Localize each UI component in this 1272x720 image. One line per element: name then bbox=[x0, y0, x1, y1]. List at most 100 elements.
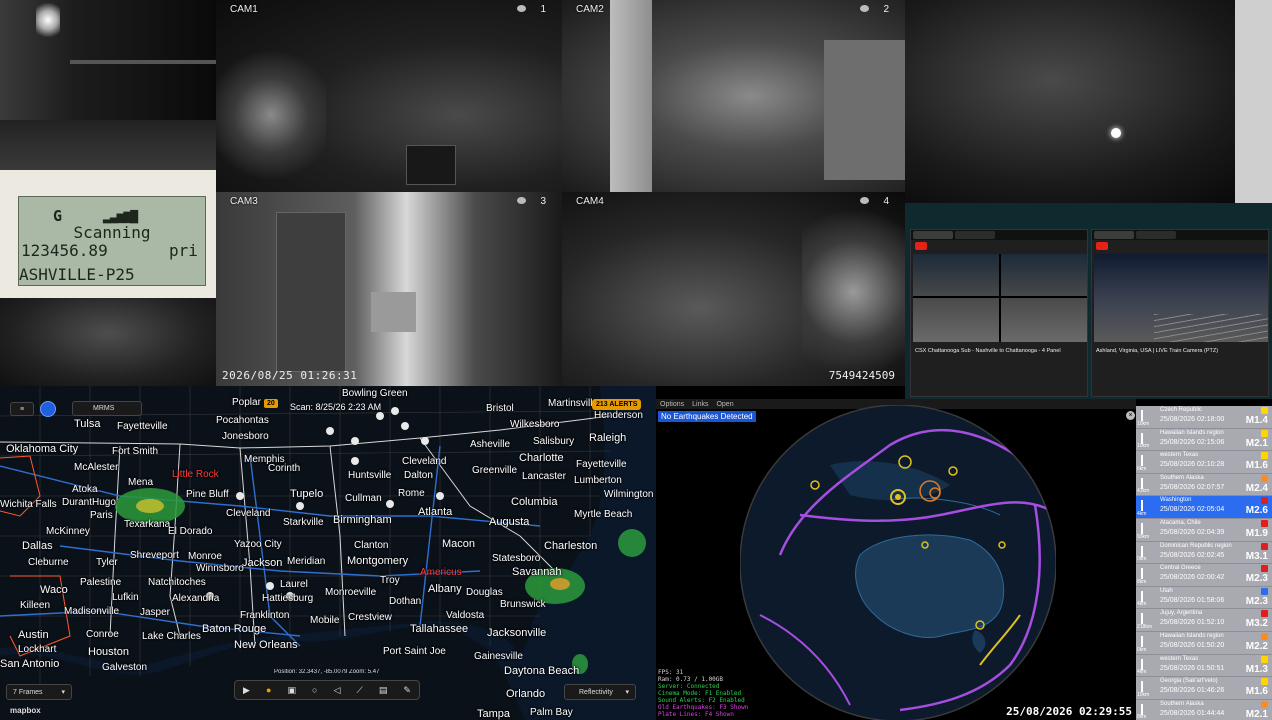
cam2-feed[interactable]: CAM2 2 bbox=[562, 0, 905, 192]
city-label: Greenville bbox=[472, 465, 518, 476]
city-label: Poplar bbox=[232, 397, 261, 408]
stream-2-title[interactable]: Ashland, Virginia, USA | LIVE Train Came… bbox=[1092, 346, 1268, 356]
city-label: Shreveport bbox=[130, 550, 179, 561]
intensity-bar-icon bbox=[1141, 568, 1143, 580]
list-item[interactable]: 0km Dominican Republic region 25/08/2026 0… bbox=[1136, 542, 1272, 565]
list-item[interactable]: 8km Central Greece 25/08/2026 02:00:42 M2.3 bbox=[1136, 564, 1272, 587]
cam3-feed[interactable]: CAM3 3 2026/08/25 01:26:31 bbox=[216, 192, 562, 386]
list-item[interactable]: 4km western Texas 25/08/2026 01:50:51 M1.3 bbox=[1136, 655, 1272, 678]
polygon-tool-icon[interactable]: ◁ bbox=[334, 685, 341, 696]
list-item[interactable]: 10km Czech Republic 25/08/2026 02:18:00 M1.… bbox=[1136, 406, 1272, 429]
city-label: Hattiesburg bbox=[262, 593, 314, 604]
radar-map[interactable]: Bowling Green Martinsville Bristol Popla… bbox=[0, 386, 656, 720]
status-line: Cinema Mode: F1 Enabled bbox=[658, 690, 742, 697]
cam1-number: 1 bbox=[540, 4, 546, 15]
city-label: Columbia bbox=[511, 496, 558, 508]
play-icon[interactable]: ▶ bbox=[243, 685, 250, 696]
globe-panel[interactable]: Options Links Open No Earthquakes Detect… bbox=[656, 399, 1136, 720]
book-icon[interactable]: ▤ bbox=[379, 685, 388, 696]
eq-date: 25/08/2026 01:46:26 bbox=[1160, 687, 1225, 695]
eq-depth: 4km bbox=[1137, 601, 1147, 608]
city-label: Dalton bbox=[404, 470, 433, 481]
list-item[interactable]: 218km Jujuy, Argentina 25/08/2026 01:52:10… bbox=[1136, 609, 1272, 632]
list-item-selected[interactable]: 4km Washington 25/08/2026 02:05:04 M2.6 bbox=[1136, 496, 1272, 519]
earthquake-list[interactable]: 10km Czech Republic 25/08/2026 02:18:00 M1.… bbox=[1136, 406, 1272, 720]
city-label: Monroe bbox=[188, 551, 222, 562]
location-pin-icon[interactable]: ● bbox=[266, 685, 271, 695]
city-label: Lufkin bbox=[112, 592, 139, 603]
line-tool-icon[interactable]: ⟋ bbox=[356, 685, 362, 696]
eq-level-icon bbox=[1261, 632, 1268, 640]
city-label: Orlando bbox=[506, 688, 546, 700]
scanner-panel: G ▂▃▅▆▇ Scanning 123456.89 pri ASHVILLE-… bbox=[0, 170, 216, 298]
eq-region: Southern Alaska bbox=[1160, 700, 1204, 707]
alerts-badge[interactable]: 213 ALERTS bbox=[592, 399, 642, 410]
stream-2-video[interactable] bbox=[1094, 254, 1268, 342]
cam3-number: 3 bbox=[540, 196, 546, 207]
city-label: Tupelo bbox=[290, 488, 324, 500]
map-menu-button[interactable]: ≡ bbox=[10, 402, 34, 416]
circle-tool-icon[interactable]: ○ bbox=[312, 685, 317, 695]
layer-select[interactable]: Reflectivity ▾ bbox=[564, 684, 636, 700]
cam2-number: 2 bbox=[883, 4, 889, 15]
eq-level-icon bbox=[1261, 474, 1268, 482]
city-label: Wichita Falls bbox=[0, 499, 57, 510]
stream-window-2[interactable]: Ashland, Virginia, USA | LIVE Train Came… bbox=[1091, 229, 1269, 397]
stream-1-video[interactable] bbox=[913, 254, 1087, 342]
eq-depth: 10km bbox=[1137, 691, 1150, 698]
city-label: Cleveland bbox=[226, 508, 271, 519]
stream-window-1[interactable]: CSX Chattanooga Sub - Nashville to Chatt… bbox=[910, 229, 1088, 397]
cam4-feed[interactable]: CAM4 4 7549424509 bbox=[562, 192, 905, 386]
list-item[interactable]: 10km Hawaiian Islands region 25/08/2026 02… bbox=[1136, 429, 1272, 452]
city-label: Palestine bbox=[80, 577, 122, 588]
list-item[interactable]: 6km western Texas 25/08/2026 02:10:28 M1.6 bbox=[1136, 451, 1272, 474]
list-item[interactable]: 93km Atacama, Chile 25/08/2026 02:04:39 M1.… bbox=[1136, 519, 1272, 542]
stream-1-title[interactable]: CSX Chattanooga Sub - Nashville to Chatt… bbox=[911, 346, 1087, 356]
list-item[interactable]: 10km Georgia (Sak'art'velo) 25/08/2026 01:… bbox=[1136, 677, 1272, 700]
earth-globe[interactable] bbox=[740, 405, 1056, 720]
eq-magnitude: M2.3 bbox=[1245, 573, 1268, 585]
intensity-bar-icon bbox=[1141, 703, 1143, 715]
city-label: Jacksonville bbox=[487, 627, 547, 639]
menu-open[interactable]: Open bbox=[716, 401, 733, 408]
city-label: Tampa bbox=[477, 708, 511, 720]
layer-button[interactable]: MRMS bbox=[72, 401, 142, 416]
stream-1-toolbar bbox=[911, 240, 1087, 252]
city-label: Wilmington bbox=[604, 489, 654, 500]
list-item[interactable]: 8km Southern Alaska 25/08/2026 01:44:44 M2.… bbox=[1136, 700, 1272, 720]
city-label: Americus bbox=[420, 567, 462, 578]
cam1-feed[interactable]: CAM1 1 bbox=[216, 0, 562, 192]
pencil-icon[interactable]: ✎ bbox=[403, 685, 411, 696]
eq-depth: 4km bbox=[1137, 510, 1147, 517]
eq-region: Utah bbox=[1160, 587, 1173, 594]
menu-links[interactable]: Links bbox=[692, 401, 708, 408]
eq-date: 25/08/2026 01:58:06 bbox=[1160, 596, 1225, 604]
city-label: Madisonville bbox=[64, 606, 120, 617]
city-label: Tyler bbox=[96, 557, 118, 568]
city-label: Albany bbox=[428, 583, 462, 595]
eq-depth: 41km bbox=[1137, 488, 1150, 495]
globe-time: 25/08/2026 02:29:55 bbox=[1006, 705, 1132, 718]
city-label: Fayetteville bbox=[576, 459, 627, 470]
power-icon[interactable] bbox=[40, 401, 56, 417]
intensity-bar-icon bbox=[1141, 410, 1143, 421]
intensity-bar-icon bbox=[1141, 681, 1143, 693]
intensity-bar-icon bbox=[1141, 500, 1143, 512]
eq-depth: 10km bbox=[1137, 443, 1150, 450]
city-label: Tulsa bbox=[74, 418, 101, 430]
eq-level-icon bbox=[1261, 452, 1268, 460]
menu-options[interactable]: Options bbox=[660, 401, 684, 408]
city-label: Galveston bbox=[102, 662, 148, 673]
close-icon[interactable]: × bbox=[1126, 411, 1135, 420]
eq-level-icon bbox=[1261, 587, 1268, 595]
eq-region: Atacama, Chile bbox=[1160, 519, 1201, 526]
frames-select[interactable]: 7 Frames ▾ bbox=[6, 684, 72, 700]
city-label: San Antonio bbox=[0, 658, 60, 670]
select-box-icon[interactable]: ▣ bbox=[287, 685, 296, 696]
list-item[interactable]: 4km Utah 25/08/2026 01:58:06 M2.3 bbox=[1136, 587, 1272, 610]
eq-level-icon bbox=[1261, 542, 1268, 550]
city-label: Salisbury bbox=[533, 436, 575, 447]
list-item[interactable]: 41km Southern Alaska 25/08/2026 02:07:57 M2… bbox=[1136, 474, 1272, 497]
list-item[interactable]: 0km Hawaiian Islands region 25/08/2026 01:… bbox=[1136, 632, 1272, 655]
city-label: Charleston bbox=[544, 540, 598, 552]
